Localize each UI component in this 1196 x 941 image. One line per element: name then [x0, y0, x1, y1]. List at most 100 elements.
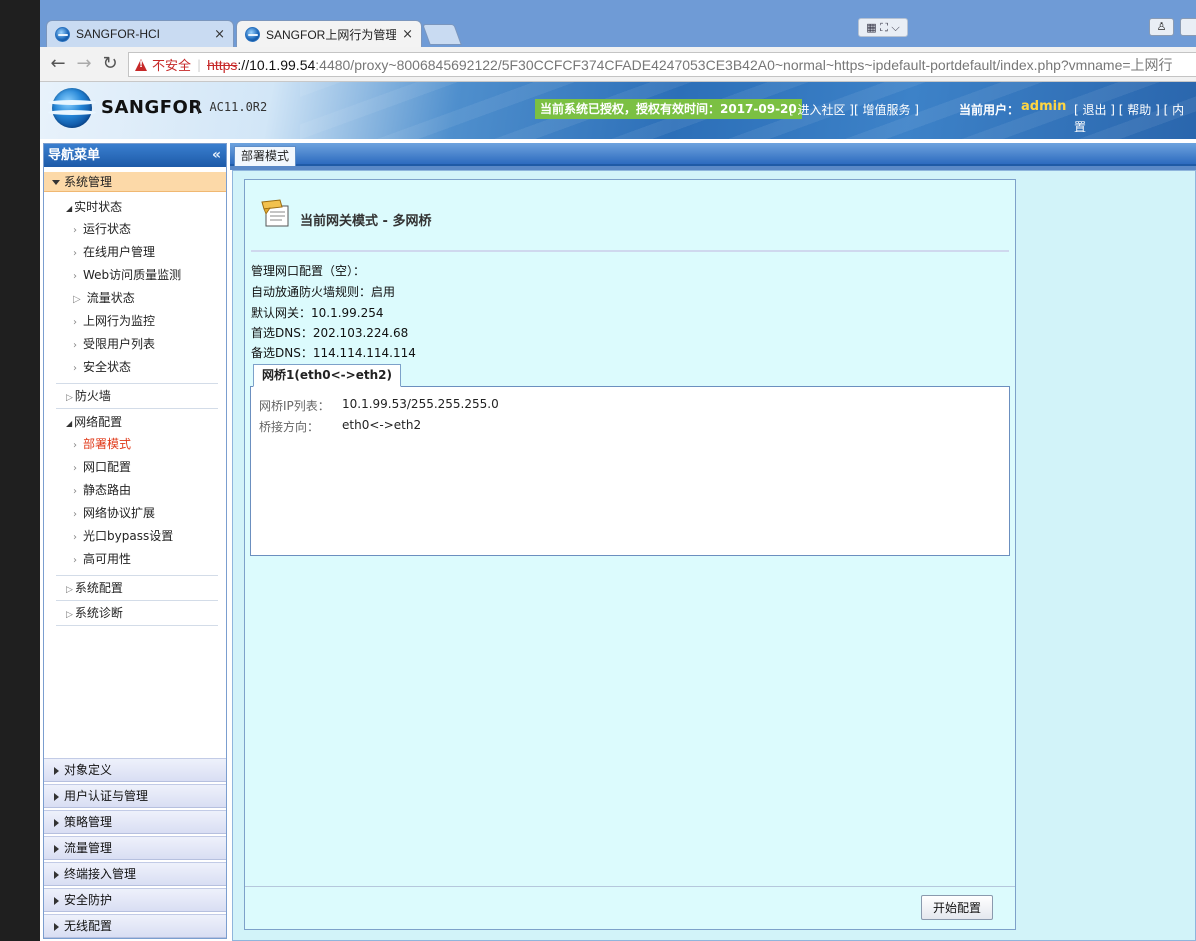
url-scheme: https — [207, 56, 238, 73]
address-bar[interactable]: 不安全 | https ://10.1.99.54 :4480/proxy~80… — [128, 52, 1196, 77]
chevron-right-icon: › — [73, 340, 77, 351]
separator: | — [197, 57, 202, 72]
caret-right-icon — [54, 844, 59, 853]
sidebar-header: 导航菜单 « — [44, 144, 226, 167]
triangle-right-icon: ▷ — [73, 294, 81, 305]
info-auto-firewall: 自动放通防火墙规则：启用 — [251, 285, 396, 299]
brand-logo-text: SANGFOR — [101, 97, 203, 118]
sidebar-bottom-sections: 对象定义 用户认证与管理 策略管理 流量管理 终端接入管理 安全防护 无线配置 — [44, 758, 226, 940]
tree-group-network[interactable]: ◢ 网络配置 — [44, 411, 226, 433]
chevron-right-icon: › — [73, 248, 77, 259]
profile-icon[interactable]: ♙ — [1149, 18, 1174, 36]
panel-footer-divider — [245, 886, 1015, 887]
start-config-button[interactable]: 开始配置 — [921, 895, 993, 920]
chevron-right-icon: › — [73, 271, 77, 282]
sidebar-section-traffic[interactable]: 流量管理 — [44, 836, 226, 860]
caret-right-icon — [54, 896, 59, 905]
triangle-right-icon: ▷ — [66, 393, 73, 403]
security-label[interactable]: 不安全 — [152, 55, 191, 74]
sidebar-item-port-config[interactable]: › 网口配置 — [44, 456, 226, 479]
section-label: 系统管理 — [64, 175, 113, 189]
sidebar-item-restricted-users[interactable]: › 受限用户列表 — [44, 333, 226, 356]
url-path: :4480/proxy~8006845692122/5F30CCFCF374CF… — [315, 56, 1173, 73]
tree-group-realtime[interactable]: ◢ 实时状态 — [44, 196, 226, 218]
close-icon[interactable]: × — [214, 27, 225, 42]
header-links[interactable]: [ 退出 ] [ 帮助 ] [ 内置 — [1074, 101, 1196, 135]
browser-titlebar: SANGFOR-HCI × SANGFOR上网行为管理 × ▦ ⛶ ⌵ ♙ — [40, 0, 1196, 47]
bridge-details-box: 网桥IP列表： 10.1.99.53/255.255.255.0 桥接方向： e… — [250, 386, 1010, 556]
window-layout-icon[interactable]: ▦ ⛶ ⌵ — [858, 18, 908, 37]
sidebar-item-traffic-status[interactable]: ▷ 流量状态 — [44, 287, 226, 310]
collapse-icon[interactable]: « — [212, 144, 221, 167]
sidebar-item-static-route[interactable]: › 静态路由 — [44, 479, 226, 502]
divider — [56, 408, 218, 409]
deploy-mode-panel: 当前网关模式 - 多网桥 管理网口配置（空）： 自动放通防火墙规则：启用 默认网… — [244, 179, 1016, 930]
desktop-left-strip — [0, 0, 40, 941]
license-badge: 当前系统已授权，授权有效时间：2017-09-20 — [535, 99, 802, 119]
caret-right-icon — [54, 792, 59, 801]
chevron-right-icon: › — [73, 363, 77, 374]
back-arrow-icon[interactable]: ← — [46, 53, 70, 75]
sidebar-item-high-availability[interactable]: › 高可用性 — [44, 548, 226, 571]
triangle-right-icon: ▷ — [66, 610, 73, 620]
close-icon[interactable]: × — [402, 27, 413, 42]
forward-arrow-icon[interactable]: → — [72, 53, 96, 75]
sidebar-item-deploy-mode[interactable]: › 部署模式 — [44, 433, 226, 456]
sangfor-favicon-icon — [55, 26, 70, 42]
sidebar-item-protocol-ext[interactable]: › 网络协议扩展 — [44, 502, 226, 525]
current-user-name: admin — [1021, 99, 1067, 114]
caret-down-icon — [52, 180, 60, 185]
sidebar-section-system[interactable]: 系统管理 — [44, 172, 226, 192]
warning-icon — [135, 58, 147, 71]
chevron-right-icon: › — [73, 509, 77, 520]
sidebar-section-wireless[interactable]: 无线配置 — [44, 914, 226, 938]
bridge-direction-label: 桥接方向： — [259, 420, 320, 434]
chevron-right-icon: › — [73, 317, 77, 328]
chevron-right-icon: › — [73, 555, 77, 566]
sidebar-item-bypass[interactable]: › 光口bypass设置 — [44, 525, 226, 548]
bridge-ip-label: 网桥IP列表： — [259, 399, 330, 413]
url-host: ://10.1.99.54 — [237, 56, 316, 73]
sidebar-item-web-quality[interactable]: › Web访问质量监测 — [44, 264, 226, 287]
current-user-label: 当前用户： — [959, 103, 1020, 117]
sidebar-item-security-status[interactable]: › 安全状态 — [44, 356, 226, 379]
sidebar-item-run-status[interactable]: › 运行状态 — [44, 218, 226, 241]
divider — [251, 250, 1009, 252]
triangle-right-icon: ▷ — [66, 585, 73, 595]
chevron-right-icon: › — [73, 225, 77, 236]
sidebar-section-policy[interactable]: 策略管理 — [44, 810, 226, 834]
tree-group-firewall[interactable]: ▷ 防火墙 — [44, 384, 226, 408]
tab-deploy-mode[interactable]: 部署模式 — [234, 146, 297, 166]
reload-icon[interactable]: ↻ — [98, 53, 122, 75]
sidebar-section-security[interactable]: 安全防护 — [44, 888, 226, 912]
info-mgmt-port: 管理网口配置（空）： — [251, 264, 366, 278]
chevron-right-icon: › — [73, 440, 77, 451]
sidebar-title: 导航菜单 — [48, 148, 101, 163]
navigation-sidebar: 导航菜单 « 系统管理 ◢ 实时状态 › 运行状态 › 在线用户管理 › Web访问质量… — [43, 143, 227, 939]
sidebar-item-online-users[interactable]: › 在线用户管理 — [44, 241, 226, 264]
sangfor-logo-icon — [48, 88, 96, 128]
app-header: SANGFOR | AC11.0R2 当前系统已授权，授权有效时间：2017-0… — [40, 82, 1196, 139]
info-default-gateway: 默认网关：10.1.99.254 — [251, 306, 384, 320]
version-label: | AC11.0R2 — [195, 100, 268, 114]
info-primary-dns: 首选DNS：202.103.224.68 — [251, 326, 409, 340]
tree-group-sysconfig[interactable]: ▷ 系统配置 — [44, 576, 226, 600]
browser-window: SANGFOR-HCI × SANGFOR上网行为管理 × ▦ ⛶ ⌵ ♙ ← … — [40, 0, 1196, 941]
sidebar-item-behavior-monitor[interactable]: › 上网行为监控 — [44, 310, 226, 333]
sidebar-section-objects[interactable]: 对象定义 — [44, 758, 226, 782]
tab-title: SANGFOR-HCI — [76, 27, 160, 41]
notepad-icon — [261, 199, 289, 227]
community-links[interactable]: [ 进入社区 ][ 增值服务 ] — [789, 101, 919, 118]
tab-bridge-1[interactable]: 网桥1(eth0<->eth2) — [253, 364, 401, 387]
sidebar-section-terminal[interactable]: 终端接入管理 — [44, 862, 226, 886]
browser-tab-hci[interactable]: SANGFOR-HCI × — [46, 20, 234, 47]
caret-right-icon — [54, 818, 59, 827]
new-tab-button[interactable] — [422, 24, 462, 45]
bridge-ip-value: 10.1.99.53/255.255.255.0 — [342, 397, 499, 411]
tree-group-diagnose[interactable]: ▷ 系统诊断 — [44, 601, 226, 625]
browser-tab-behavior[interactable]: SANGFOR上网行为管理 × — [236, 20, 422, 47]
minimize-button[interactable] — [1180, 18, 1196, 36]
tree-group-label: 实时状态 — [74, 200, 123, 214]
sidebar-section-auth[interactable]: 用户认证与管理 — [44, 784, 226, 808]
bridge-direction-value: eth0<->eth2 — [342, 418, 422, 432]
